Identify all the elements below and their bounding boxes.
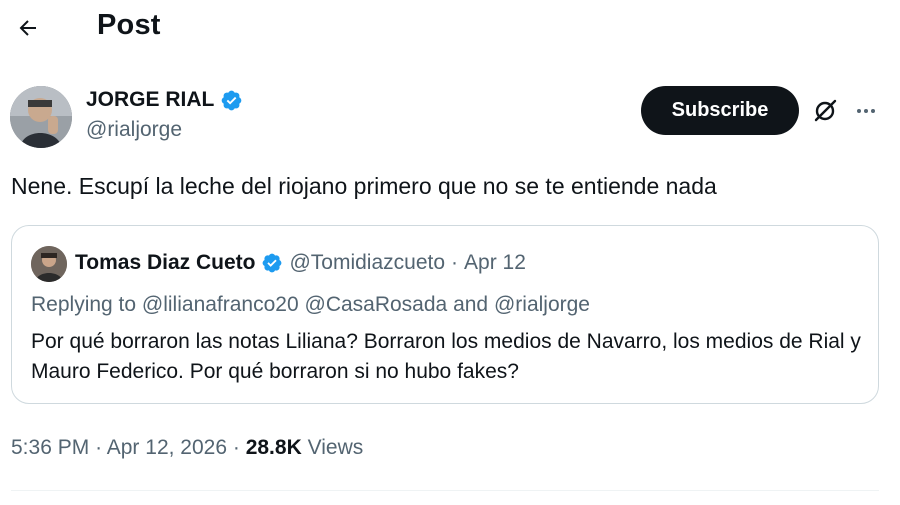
author-info: JORGE RIAL @rialjorge (86, 88, 243, 142)
replying-prefix: Replying to (31, 293, 137, 316)
post-time[interactable]: 5:36 PM (11, 436, 89, 459)
grok-icon (814, 99, 837, 122)
post-text: Nene. Escupí la leche del riojano primer… (11, 173, 717, 199)
more-icon (857, 109, 875, 113)
more-button[interactable] (851, 96, 881, 126)
quote-author-avatar[interactable] (31, 246, 67, 282)
quote-date[interactable]: Apr 12 (464, 251, 526, 275)
views-label: Views (307, 436, 364, 459)
grok-button[interactable] (810, 96, 840, 126)
quote-header: Tomas Diaz Cueto @Tomidiazcueto · Apr 12 (75, 251, 526, 275)
mention-link[interactable]: @CasaRosada (305, 293, 448, 316)
and-word: and (453, 293, 489, 316)
mention-link[interactable]: @rialjorge (494, 293, 590, 316)
meta-separator: · (95, 436, 103, 459)
mention-link[interactable]: @lilianafranco20 (142, 293, 299, 316)
post-date[interactable]: Apr 12, 2026 (107, 436, 227, 459)
divider (11, 490, 879, 491)
quote-verified (261, 252, 283, 274)
replying-to-line: Replying to @lilianafranco20 @CasaRosada… (31, 293, 590, 317)
author-avatar[interactable] (10, 86, 72, 148)
quote-author-handle[interactable]: @Tomidiazcueto (289, 251, 445, 275)
page-title: Post (97, 9, 161, 41)
back-button[interactable] (10, 10, 46, 46)
quote-text: Por qué borraron las notas Liliana? Borr… (31, 330, 861, 383)
quoted-post[interactable]: Tomas Diaz Cueto @Tomidiazcueto · Apr 12… (11, 225, 879, 404)
author-name[interactable]: JORGE RIAL (86, 88, 214, 112)
views-count: 28.8K (245, 436, 302, 459)
quote-separator: · (451, 251, 459, 274)
quote-author-name[interactable]: Tomas Diaz Cueto (75, 251, 255, 275)
post-header: Post (0, 0, 900, 56)
meta-separator: · (232, 436, 240, 459)
subscribe-button[interactable]: Subscribe (641, 86, 799, 135)
author-handle[interactable]: @rialjorge (86, 118, 243, 142)
post-meta: 5:36 PM · Apr 12, 2026 · 28.8K Views (11, 436, 363, 460)
verified-badge-icon[interactable] (261, 252, 283, 274)
verified-badge-icon[interactable] (220, 89, 243, 112)
arrow-left-icon (19, 20, 36, 36)
